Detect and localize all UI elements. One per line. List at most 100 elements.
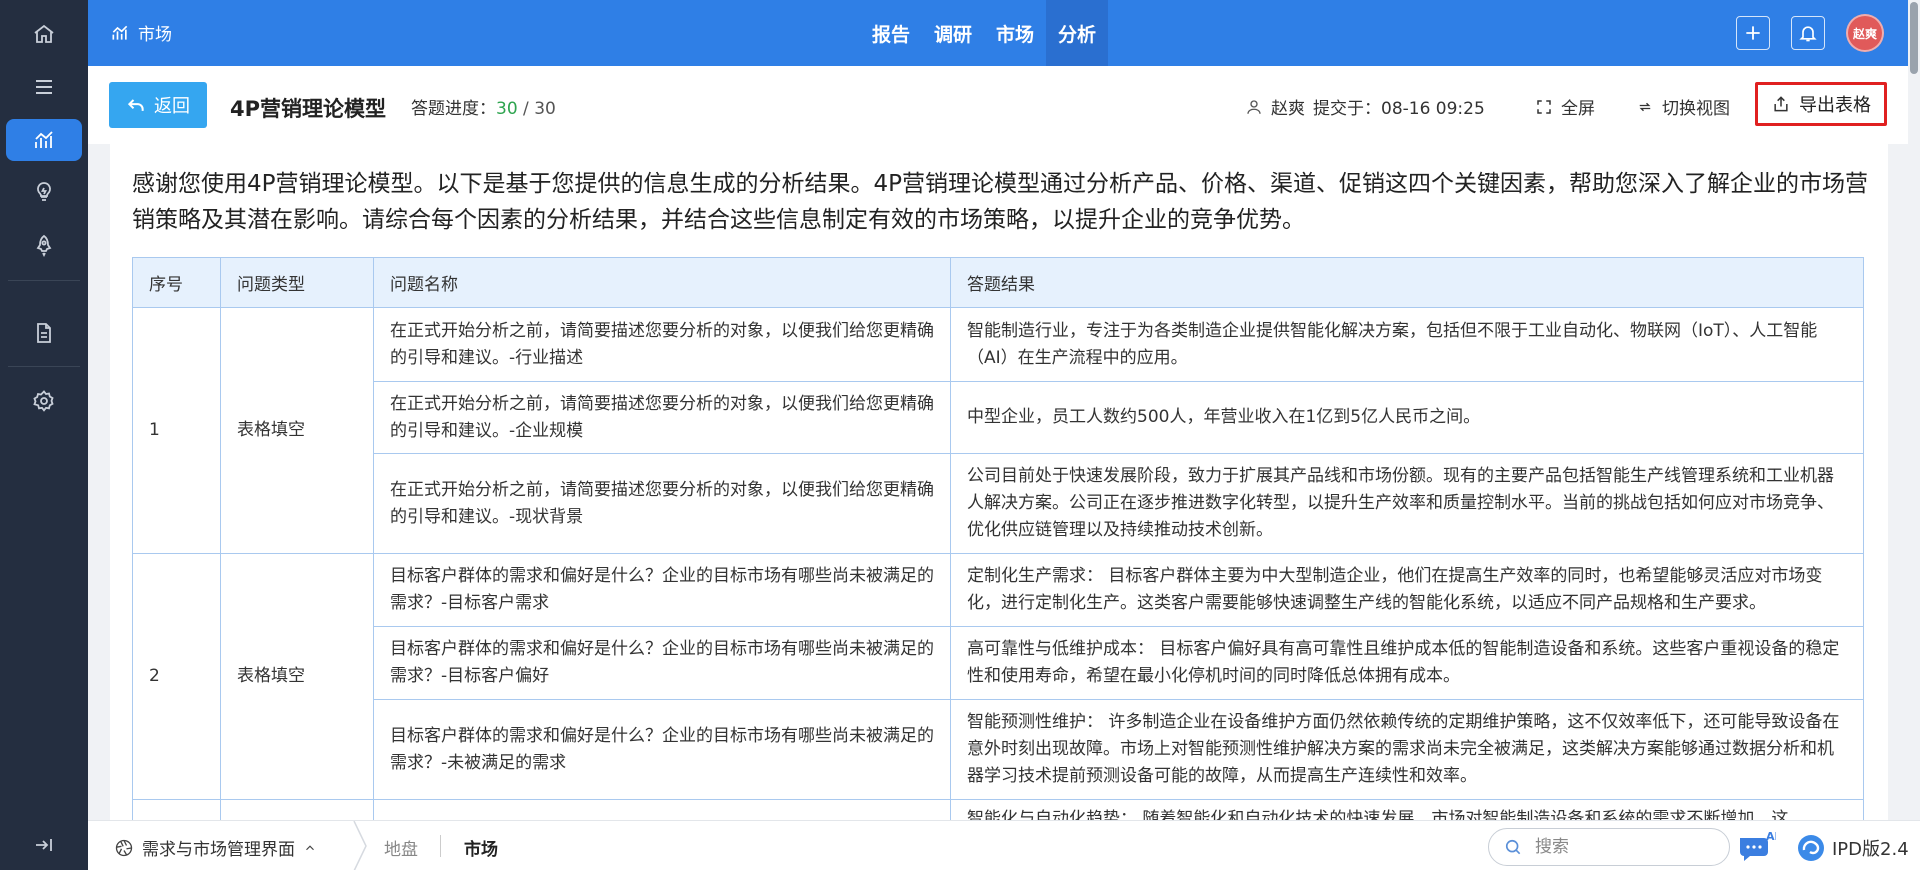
- page-scrollbar[interactable]: [1910, 2, 1918, 74]
- document-icon: [37, 323, 51, 343]
- answer-progress: 答题进度：30 / 30: [411, 94, 556, 119]
- tab-research[interactable]: 调研: [922, 0, 984, 66]
- breadcrumb-item-market[interactable]: 市场: [464, 835, 498, 860]
- table-row: 智能化与自动化趋势： 随着智能化和自动化技术的快速发展，市场对智能制造设备和系统…: [132, 799, 1864, 820]
- answer-cell: 智能制造行业，专注于为各类制造企业提供智能化解决方案，包括但不限于工业自动化、物…: [950, 307, 1864, 382]
- chart-trend-icon: [35, 131, 53, 148]
- page-toolbar: 返回 4P营销理论模型 答题进度：30 / 30 赵爽 提交于：08-16 09…: [88, 66, 1908, 144]
- progress-label: 答题进度：: [411, 99, 496, 119]
- table-row: 目标客户群体的需求和偏好是什么？企业的目标市场有哪些尚未被满足的需求？-目标客户…: [133, 626, 1864, 700]
- row-index: 1: [132, 307, 221, 554]
- collapse-icon: [36, 839, 52, 851]
- question-cell: 在正式开始分析之前，请简要描述您要分析的对象，以便我们给您更精确的引导和建议。-…: [373, 453, 951, 554]
- table-row: 1 表格填空 在正式开始分析之前，请简要描述您要分析的对象，以便我们给您更精确的…: [132, 307, 1864, 554]
- progress-total: 30: [534, 99, 556, 119]
- back-label: 返回: [154, 96, 190, 117]
- user-icon: [1247, 99, 1261, 114]
- switch-view-button[interactable]: 切换视图: [1636, 94, 1730, 119]
- answer-cell: 公司目前处于快速发展阶段，致力于扩展其产品线和市场份额。现有的主要产品包括智能生…: [950, 453, 1864, 554]
- documents-button[interactable]: [6, 312, 82, 354]
- brand[interactable]: 市场: [110, 20, 172, 45]
- column-header-question: 问题名称: [373, 257, 951, 308]
- collapse-sidebar-button[interactable]: [6, 824, 82, 866]
- tab-analysis[interactable]: 分析: [1046, 0, 1109, 66]
- answer-cell: 高可靠性与低维护成本： 目标客户偏好具有高可靠性且维护成本低的智能制造设备和系统…: [950, 626, 1864, 700]
- market-analysis-button[interactable]: [6, 119, 82, 161]
- brand-label: 市场: [138, 25, 172, 45]
- launch-button[interactable]: [6, 224, 82, 266]
- results-table: 序号 问题类型 问题名称 答题结果 1 表格填空 在正式开始分析之前，请简要描述…: [132, 257, 1864, 820]
- page-scrollbar-track: [1908, 0, 1920, 870]
- column-header-answer: 答题结果: [950, 257, 1864, 308]
- breadcrumb-separator: [440, 835, 441, 857]
- question-cell: 目标客户群体的需求和偏好是什么？企业的目标市场有哪些尚未被满足的需求？-目标客户…: [373, 626, 951, 700]
- export-table-button[interactable]: 导出表格: [1755, 82, 1887, 126]
- submitter-name: 赵爽: [1271, 99, 1305, 119]
- back-button[interactable]: 返回: [109, 82, 207, 128]
- column-header-type: 问题类型: [220, 257, 374, 308]
- fullscreen-button[interactable]: 全屏: [1535, 94, 1595, 119]
- row-index: 2: [132, 553, 221, 800]
- question-cell: 在正式开始分析之前，请简要描述您要分析的对象，以便我们给您更精确的引导和建议。-…: [373, 381, 951, 454]
- answer-cell: 中型企业，员工人数约500人，年营业收入在1亿到5亿人民币之间。: [950, 381, 1864, 454]
- column-header-index: 序号: [132, 257, 221, 308]
- logo-swirl-icon: [1798, 835, 1824, 861]
- answer-cell: 智能化与自动化趋势： 随着智能化和自动化技术的快速发展，市场对智能制造设备和系统…: [950, 799, 1864, 820]
- answer-cell: 定制化生产需求： 目标客户群体主要为中大型制造企业，他们在提高生产效率的同时，也…: [950, 553, 1864, 627]
- question-cell: [373, 799, 951, 820]
- table-row: 目标客户群体的需求和偏好是什么？企业的目标市场有哪些尚未被满足的需求？-未被满足…: [133, 699, 1864, 800]
- export-icon: [1774, 96, 1788, 112]
- ai-badge: AI: [1766, 830, 1776, 843]
- intro-text: 感谢您使用4P营销理论模型。以下是基于您提供的信息生成的分析结果。4P营销理论模…: [132, 171, 1869, 233]
- switch-view-label: 切换视图: [1662, 99, 1730, 119]
- table-row: 在正式开始分析之前，请简要描述您要分析的对象，以便我们给您更精确的引导和建议。-…: [133, 381, 1864, 454]
- fullscreen-icon: [1537, 99, 1551, 114]
- tab-market[interactable]: 市场: [984, 0, 1046, 66]
- fullscreen-label: 全屏: [1561, 99, 1595, 119]
- export-label: 导出表格: [1799, 95, 1871, 116]
- chevron-up-icon: [306, 844, 314, 850]
- notifications-button[interactable]: [1791, 16, 1825, 50]
- submit-info: 赵爽 提交于：08-16 09:25: [1245, 94, 1485, 119]
- question-cell: 在正式开始分析之前，请简要描述您要分析的对象，以便我们给您更精确的引导和建议。-…: [373, 307, 951, 382]
- question-cell: 目标客户群体的需求和偏好是什么？企业的目标市场有哪些尚未被满足的需求？-目标客户…: [373, 553, 951, 627]
- search-box[interactable]: [1488, 828, 1730, 866]
- search-icon: [1505, 839, 1521, 855]
- page-title: 4P营销理论模型: [230, 97, 387, 121]
- submitted-time: 提交于：08-16 09:25: [1313, 99, 1485, 119]
- breadcrumb-item-site[interactable]: 地盘: [384, 835, 418, 860]
- lightbulb-icon: [37, 182, 51, 201]
- search-input[interactable]: [1535, 837, 1705, 857]
- chart-trend-icon: [112, 25, 128, 40]
- analysis-content: 感谢您使用4P营销理论模型。以下是基于您提供的信息生成的分析结果。4P营销理论模…: [110, 144, 1888, 820]
- menu-button[interactable]: [6, 66, 82, 108]
- settings-button[interactable]: [6, 380, 82, 422]
- gear-icon: [33, 390, 54, 412]
- workspace-switcher[interactable]: 需求与市场管理界面: [114, 835, 317, 860]
- add-button[interactable]: [1736, 16, 1770, 50]
- row-type: 表格填空: [220, 307, 374, 554]
- ai-assistant-icon[interactable]: AI: [1738, 830, 1776, 862]
- rocket-icon: [36, 234, 52, 257]
- workspace-label: 需求与市场管理界面: [142, 840, 295, 860]
- answer-cell: 智能预测性维护： 许多制造企业在设备维护方面仍然依赖传统的定期维护策略，这不仅效…: [950, 699, 1864, 800]
- table-row: 2 表格填空 目标客户群体的需求和偏好是什么？企业的目标市场有哪些尚未被满足的需…: [132, 553, 1864, 800]
- home-button[interactable]: [6, 13, 82, 55]
- table-header-row: 序号 问题类型 问题名称 答题结果: [132, 257, 1864, 308]
- aperture-icon: [115, 839, 133, 856]
- main-nav: 报告 调研 市场 分析: [860, 0, 1109, 66]
- tab-report[interactable]: 报告: [860, 0, 922, 66]
- progress-done: 30: [496, 99, 518, 119]
- question-cell: 目标客户群体的需求和偏好是什么？企业的目标市场有哪些尚未被满足的需求？-未被满足…: [373, 699, 951, 800]
- plus-icon: [1746, 26, 1760, 40]
- home-icon: [34, 24, 54, 43]
- top-header: 市场 报告 调研 市场 分析 赵爽: [88, 0, 1908, 66]
- table-row: 在正式开始分析之前，请简要描述您要分析的对象，以便我们给您更精确的引导和建议。-…: [133, 453, 1864, 554]
- row-index: [132, 799, 221, 820]
- left-sidebar: [0, 0, 88, 870]
- version-label: IPD版2.4: [1832, 839, 1909, 860]
- ideas-button[interactable]: [6, 171, 82, 213]
- version-info: IPD版2.4: [1796, 833, 1909, 863]
- progress-separator: /: [517, 99, 535, 119]
- avatar[interactable]: 赵爽: [1846, 14, 1884, 52]
